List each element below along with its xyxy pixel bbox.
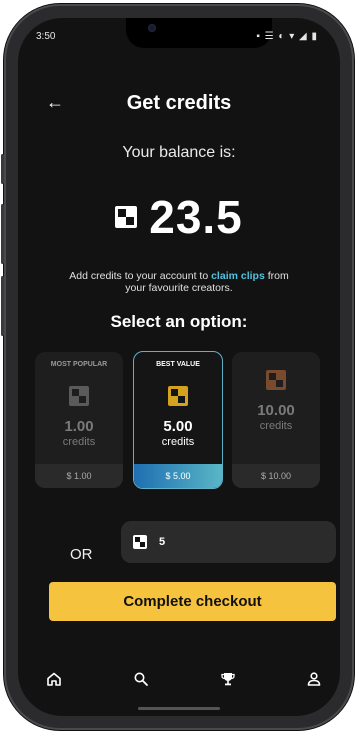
custom-amount-box[interactable] [121, 521, 336, 563]
nav-home[interactable] [39, 664, 69, 694]
search-icon [134, 672, 148, 686]
home-indicator[interactable] [138, 707, 220, 710]
option-badge: BEST VALUE [156, 361, 200, 368]
credit-icon [69, 386, 89, 406]
option-amount: 5.00 [163, 418, 193, 435]
profile-icon [307, 672, 321, 686]
option-amount: 1.00 [64, 418, 94, 435]
complete-checkout-button[interactable]: Complete checkout [49, 582, 336, 621]
option-amount: 10.00 [257, 402, 295, 419]
option-card-2[interactable]: BEST VALUE 5.00 credits $ 5.00 [133, 351, 223, 489]
credit-icon [168, 386, 188, 406]
option-price: $ 1.00 [35, 464, 123, 488]
option-unit: credits [259, 420, 293, 432]
option-badge: MOST POPULAR [50, 361, 108, 368]
status-icons: ▪ ☰ ◐ ▾ ◢ ▮ [256, 31, 318, 42]
option-unit: credits [161, 436, 195, 448]
option-card-1[interactable]: MOST POPULAR 1.00 credits $ 1.00 [35, 352, 123, 488]
trophy-icon [221, 673, 235, 686]
option-card-3[interactable]: 10.00 credits $ 10.00 [232, 352, 320, 488]
option-unit: credits [62, 436, 96, 448]
phone-frame: 3:50 ▪ ☰ ◐ ▾ ◢ ▮ ← Get credits Your bala… [1, 4, 354, 730]
balance-value: 23.5 [149, 191, 243, 243]
volume-button [1, 276, 4, 336]
nav-trophy[interactable] [213, 664, 243, 694]
balance-label: Your balance is: [122, 144, 236, 161]
balance-display: 23.5 [18, 190, 340, 244]
option-price: $ 5.00 [134, 464, 222, 488]
home-icon [47, 672, 61, 686]
nav-profile[interactable] [299, 664, 329, 694]
side-button [1, 154, 4, 184]
or-label: OR [70, 546, 93, 563]
info-text: Add credits to your account to claim cli… [58, 270, 300, 294]
credit-icon [266, 370, 286, 390]
app-screen: 3:50 ▪ ☰ ◐ ▾ ◢ ▮ ← Get credits Your bala… [18, 18, 340, 716]
status-bar: 3:50 ▪ ☰ ◐ ▾ ◢ ▮ [18, 31, 340, 45]
bottom-nav [18, 664, 340, 694]
custom-amount-input[interactable] [159, 536, 309, 548]
credit-icon [115, 206, 138, 228]
option-price: $ 10.00 [232, 464, 320, 488]
claim-clips-link[interactable]: claim clips [211, 270, 265, 282]
status-time: 3:50 [36, 31, 56, 42]
credit-icon [133, 535, 147, 549]
select-option-title: Select an option: [110, 312, 248, 331]
volume-button [1, 204, 4, 264]
info-text-start: Add credits to your account to [69, 270, 212, 282]
nav-search[interactable] [126, 664, 156, 694]
page-title: Get credits [126, 92, 232, 114]
